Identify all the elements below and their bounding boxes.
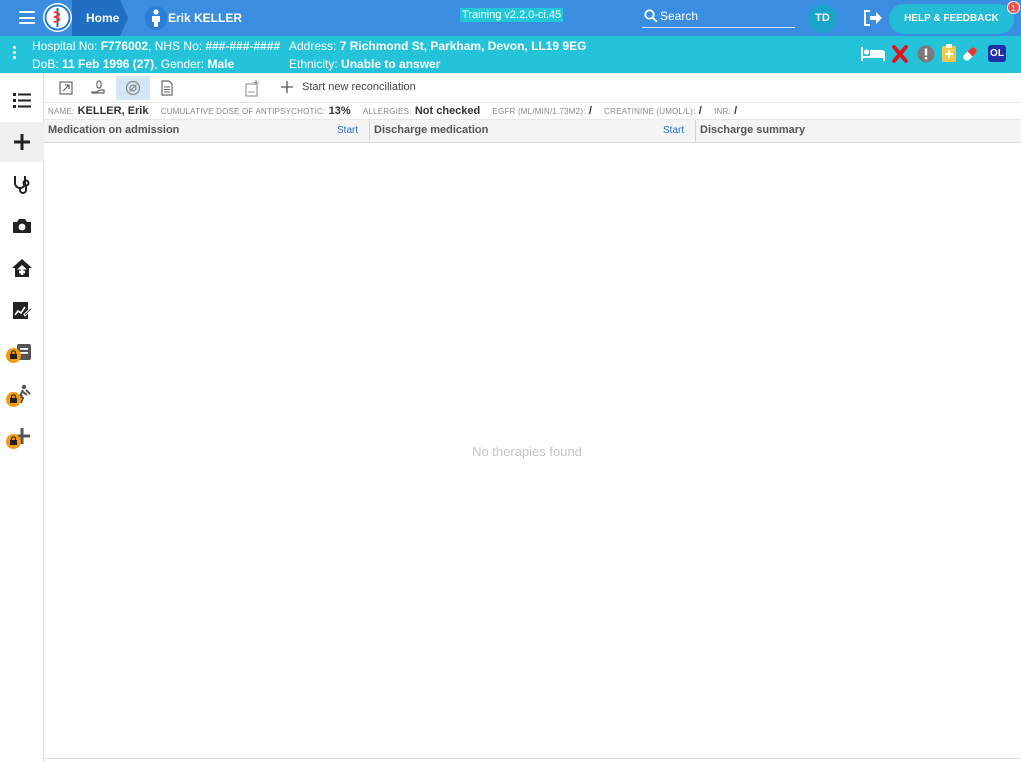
rail-camera-button[interactable] — [0, 206, 44, 246]
nhs-no-label: NHS No: — [154, 39, 203, 53]
rail-chart-edit-button[interactable] — [0, 290, 44, 330]
ethnicity-label: Ethnicity: — [289, 57, 338, 71]
egfr-value: / — [588, 105, 592, 117]
address-label: Address: — [289, 39, 337, 53]
toolbar-administer-button[interactable] — [82, 76, 116, 100]
top-bar: Home Erik KELLER Training v2.2.0-ci.45 S… — [0, 0, 1021, 36]
discharge-column-header: Discharge medication Start — [370, 120, 695, 143]
dob-value: 11 Feb 1996 (27) — [62, 57, 155, 71]
plus-icon — [281, 81, 293, 93]
chart-edit-icon — [13, 302, 33, 319]
antipsychotic-label: CUMULATIVE DOSE OF ANTIPSYCHOTIC: — [160, 107, 326, 116]
prescription-icon — [59, 81, 73, 95]
help-feedback-button[interactable]: HELP & FEEDBACK — [889, 4, 1014, 34]
lock-icon — [6, 392, 21, 407]
empty-state-message: No therapies found — [472, 444, 582, 459]
banner-address: Address: 7 Richmond St, Parkham, Devon, … — [289, 39, 586, 53]
reconciliation-toolbar: Start new reconciliation — [44, 73, 1021, 103]
ol-badge[interactable]: OL — [988, 45, 1006, 62]
admission-start-link[interactable]: Start — [337, 125, 358, 136]
rail-locked-item-3[interactable] — [0, 416, 44, 456]
creatinine-value: / — [698, 105, 702, 117]
document-icon — [161, 80, 173, 96]
ethnicity-value: Unable to answer — [341, 57, 441, 71]
more-options-icon[interactable] — [13, 46, 17, 62]
summary-column-title: Discharge summary — [700, 124, 806, 136]
gender-label: Gender: — [160, 57, 205, 71]
admission-column-header: Medication on admission Start — [44, 120, 369, 143]
column-headers: Medication on admission Start Discharge … — [44, 120, 1021, 143]
pill-icon[interactable] — [960, 44, 980, 67]
allergies-value: Not checked — [414, 105, 481, 117]
plus-icon — [14, 134, 30, 150]
toolbar-copy-button[interactable] — [235, 76, 269, 100]
creatinine-label: CREATININE (UMOL/L): — [604, 107, 696, 116]
search-label: Search — [660, 9, 699, 23]
breadcrumb-home-label: Home — [86, 11, 120, 25]
breadcrumb-patient[interactable]: Erik KELLER — [140, 0, 260, 36]
home-medical-icon — [12, 259, 32, 277]
inr-label: INR: — [714, 107, 731, 116]
bed-icon[interactable] — [860, 44, 886, 65]
rail-add-button[interactable] — [0, 122, 44, 162]
gender-value: Male — [207, 57, 235, 71]
nhs-no-value: ###-###-#### — [205, 39, 281, 53]
training-version-badge: Training v2.2.0-ci.45 — [460, 8, 564, 22]
admission-column-title: Medication on admission — [48, 124, 180, 136]
antipsychotic-value: 13% — [328, 105, 351, 117]
lock-icon — [6, 348, 21, 363]
logout-icon[interactable] — [863, 9, 883, 27]
toolbar-document-button[interactable] — [150, 76, 184, 100]
rail-locked-item-1[interactable] — [0, 332, 44, 372]
name-value: KELLER, Erik — [77, 105, 149, 117]
hospital-no-value: F776002 — [100, 39, 149, 53]
address-value: 7 Richmond St, Parkham, Devon, LL19 9EG — [339, 39, 587, 53]
discharge-start-link[interactable]: Start — [663, 125, 684, 136]
rail-home-care-button[interactable] — [0, 248, 44, 288]
app-logo[interactable] — [43, 3, 72, 32]
dob-label: DoB: — [32, 57, 59, 71]
rail-clinical-button[interactable] — [0, 164, 44, 204]
banner-ethnicity: Ethnicity: Unable to answer — [289, 57, 440, 71]
alert-icon[interactable] — [917, 45, 935, 66]
menu-icon[interactable] — [19, 11, 35, 24]
patient-info-strip: NAME: KELLER, Erik CUMULATIVE DOSE OF AN… — [44, 104, 1021, 120]
start-new-reconciliation-label: Start new reconciliation — [302, 81, 416, 93]
banner-line-1: Hospital No: F776002, NHS No: ###-###-##… — [32, 39, 281, 53]
banner-line-2: DoB: 11 Feb 1996 (27), Gender: Male — [32, 57, 235, 71]
breadcrumb-patient-name: Erik KELLER — [168, 11, 243, 25]
camera-icon — [13, 219, 31, 233]
lock-icon — [6, 434, 21, 449]
clipboard-icon[interactable] — [941, 43, 957, 66]
hospital-no-label: Hospital No: — [32, 39, 98, 53]
patient-banner: Hospital No: F776002, NHS No: ###-###-##… — [0, 36, 1021, 73]
allergies-label: ALLERGIES: — [362, 107, 412, 116]
discharge-column-title: Discharge medication — [374, 124, 489, 136]
summary-column-header: Discharge summary — [696, 120, 1021, 143]
left-navigation-rail — [0, 73, 44, 762]
person-icon — [145, 6, 167, 30]
divider — [44, 758, 1021, 759]
notification-badge: 1 — [1007, 1, 1020, 14]
name-label: NAME: — [48, 107, 75, 116]
search-icon — [644, 9, 658, 23]
stethoscope-icon — [14, 176, 30, 194]
breadcrumb-home[interactable]: Home — [72, 0, 128, 36]
hand-pill-icon — [91, 80, 105, 94]
list-icon — [13, 93, 31, 108]
search-input[interactable]: Search — [642, 6, 795, 28]
rail-locked-item-2[interactable] — [0, 374, 44, 414]
rail-list-button[interactable] — [0, 80, 44, 120]
toolbar-prescribe-button[interactable] — [49, 76, 83, 100]
reconcile-icon — [125, 80, 141, 96]
user-avatar[interactable]: TD — [808, 4, 837, 33]
cross-icon[interactable] — [892, 45, 908, 66]
document-add-icon — [245, 80, 259, 97]
toolbar-reconcile-button[interactable] — [116, 76, 150, 100]
egfr-label: EGFR (ML/MIN/1.73M2): — [492, 107, 586, 116]
inr-value: / — [734, 105, 738, 117]
